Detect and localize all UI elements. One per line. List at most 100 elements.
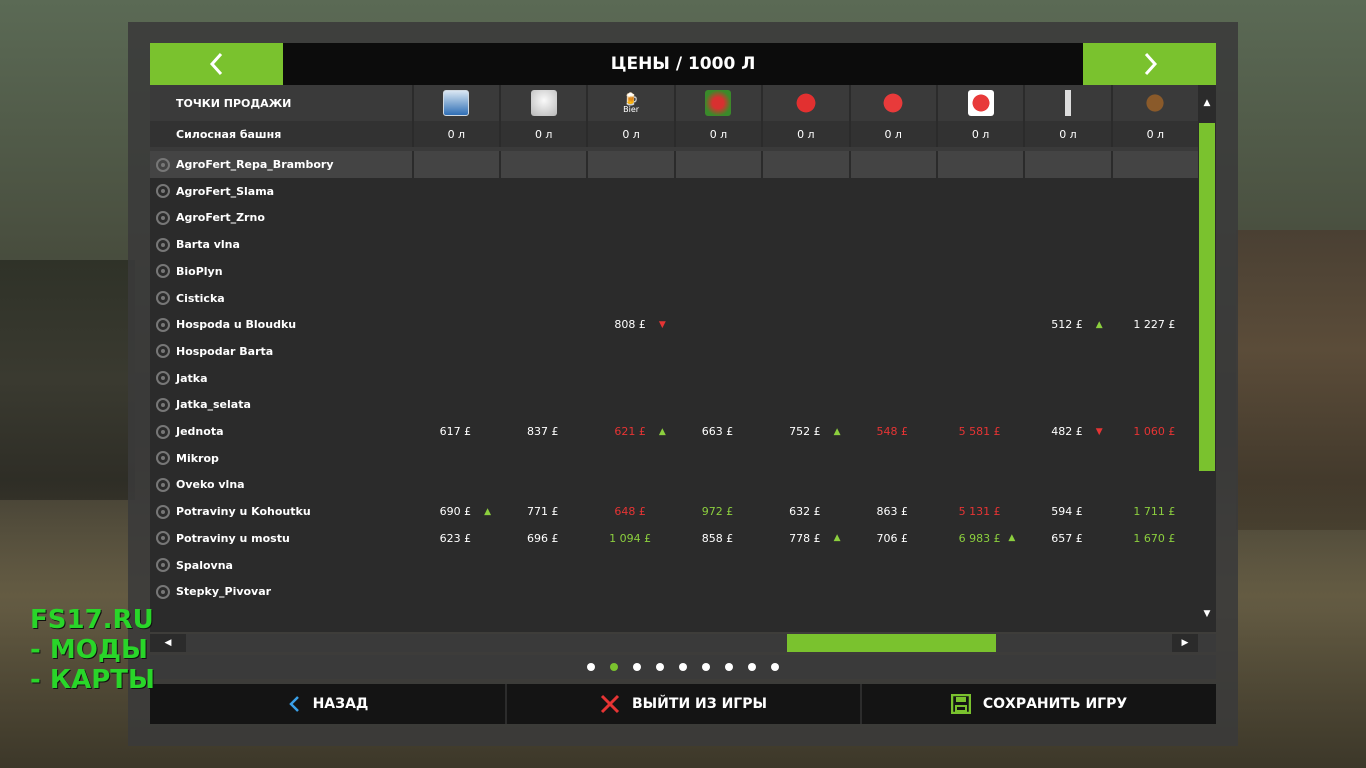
price-cell (1111, 285, 1198, 312)
price-cell (935, 151, 1024, 178)
price-cell: 657 £ (1023, 525, 1110, 552)
price-cell (936, 365, 1023, 392)
page-dot[interactable] (679, 663, 687, 671)
column-header[interactable] (673, 85, 762, 121)
table-row[interactable]: Hospoda u Bloudku 808 £ ▼ 512 £ ▲ 1 227 £ (150, 311, 1198, 338)
scroll-left-arrow-icon[interactable]: ◀ (150, 634, 186, 652)
next-page-button[interactable] (1083, 43, 1216, 85)
price-cell: 1 060 £ (1111, 418, 1198, 445)
table-row[interactable]: AgroFert_Repa_Brambory (150, 151, 1198, 178)
price-cell (412, 578, 499, 605)
vegetable-icon (705, 90, 732, 116)
table-row[interactable]: AgroFert_Slama (150, 178, 1198, 205)
price-cell (586, 338, 673, 365)
back-button[interactable]: НАЗАД (150, 684, 505, 724)
selling-point-name: BioPlyn (150, 258, 412, 285)
column-header[interactable] (1110, 85, 1198, 121)
trend-up-icon: ▲ (1008, 533, 1016, 544)
table-row[interactable]: Mikrop (150, 445, 1198, 472)
page-dot[interactable] (633, 663, 641, 671)
selling-point-icon (156, 371, 170, 386)
price-cell (586, 365, 673, 392)
table-row[interactable]: AgroFert_Zrno (150, 204, 1198, 231)
price-cell (849, 285, 936, 312)
column-header[interactable] (935, 85, 1024, 121)
beer-icon: 🍺 Bier (623, 92, 640, 114)
horizontal-scrollbar[interactable]: ◀ ▶ (150, 634, 1198, 652)
page-dot[interactable] (771, 663, 779, 671)
table-row[interactable]: BioPlyn (150, 258, 1198, 285)
price-cell (936, 578, 1023, 605)
column-header[interactable] (761, 85, 849, 121)
page-dot[interactable] (725, 663, 733, 671)
price-cell (499, 445, 586, 472)
selling-point-name: Hospodar Barta (150, 338, 412, 365)
page-dot[interactable] (702, 663, 710, 671)
trend-up-icon: ▲ (484, 506, 492, 517)
price-cell (1023, 338, 1110, 365)
page-dot[interactable] (587, 663, 595, 671)
selling-point-label: Mikrop (176, 451, 219, 465)
column-header[interactable] (499, 85, 587, 121)
table-row[interactable]: Hospodar Barta (150, 338, 1198, 365)
silo-value: 0 л (499, 121, 587, 147)
column-header[interactable] (1023, 85, 1111, 121)
selling-point-name: Jatka_selata (150, 391, 412, 418)
column-header[interactable]: 🍺 Bier (586, 85, 674, 121)
silo-value: 0 л (848, 121, 936, 147)
table-row[interactable]: Oveko vlna (150, 471, 1198, 498)
previous-page-button[interactable] (150, 43, 283, 85)
price-cell (674, 231, 761, 258)
price-value: 594 £ (1051, 505, 1083, 519)
price-value: 696 £ (526, 531, 559, 545)
selling-point-name: Hospoda u Bloudku (150, 311, 412, 338)
table-row[interactable]: Potraviny u mostu 623 £ 696 £ 1 094 £ 858 £ 7… (150, 525, 1198, 552)
price-cell (1023, 178, 1110, 205)
scroll-right-arrow-icon[interactable]: ▶ (1172, 634, 1198, 652)
table-row[interactable]: Potraviny u Kohoutku 690 £ ▲ 771 £ 648 £ 972 … (150, 498, 1198, 525)
price-value: 1 094 £ (609, 531, 652, 545)
price-value: 1 711 £ (1133, 505, 1176, 519)
table-row[interactable]: Jatka_selata (150, 391, 1198, 418)
table-row[interactable]: Spalovna (150, 552, 1198, 579)
price-cell (674, 445, 761, 472)
price-cell (674, 471, 761, 498)
column-header[interactable] (411, 85, 500, 121)
table-row[interactable]: Jatka (150, 365, 1198, 392)
save-game-button[interactable]: СОХРАНИТЬ ИГРУ (862, 684, 1216, 724)
vertical-scrollbar[interactable]: ▲ ▼ (1198, 85, 1216, 632)
horizontal-scroll-thumb[interactable] (787, 634, 996, 652)
quit-game-button[interactable]: ВЫЙТИ ИЗ ИГРЫ (507, 684, 860, 724)
price-cell (1023, 258, 1110, 285)
selling-point-icon (156, 317, 170, 332)
selling-point-icon (156, 237, 170, 252)
page-dot[interactable] (748, 663, 756, 671)
selling-point-name: Stepky_Pivovar (150, 578, 412, 605)
price-cell (674, 285, 761, 312)
page-indicator (150, 655, 1216, 679)
scroll-up-arrow-icon[interactable]: ▲ (1198, 93, 1216, 113)
silo-value: 0 л (586, 121, 674, 147)
price-cell: 771 £ (499, 498, 586, 525)
table-row[interactable]: Cisticka (150, 285, 1198, 312)
price-value: 778 £ (789, 531, 821, 545)
vertical-scroll-thumb[interactable] (1199, 123, 1215, 471)
page-dot[interactable] (656, 663, 664, 671)
selling-point-icon (156, 157, 170, 172)
price-cell (936, 471, 1023, 498)
table-row[interactable]: Barta vlna (150, 231, 1198, 258)
scroll-down-arrow-icon[interactable]: ▼ (1198, 604, 1216, 624)
price-value: 548 £ (876, 425, 908, 438)
selling-point-icon (156, 210, 170, 225)
selling-point-label: Potraviny u mostu (176, 531, 290, 545)
selling-point-name: Jatka (150, 365, 412, 392)
price-cell (674, 204, 761, 231)
price-cell (761, 391, 848, 418)
page-dot[interactable] (610, 663, 618, 671)
price-cell (1111, 204, 1198, 231)
column-header[interactable] (848, 85, 936, 121)
price-cell (586, 258, 673, 285)
table-row[interactable]: Jednota 617 £ 837 £ 621 £ ▲ 663 £ 752 £ ▲ 548 £ 5… (150, 418, 1198, 445)
table-row[interactable]: Stepky_Pivovar (150, 578, 1198, 605)
selling-point-label: AgroFert_Repa_Brambory (176, 158, 334, 171)
